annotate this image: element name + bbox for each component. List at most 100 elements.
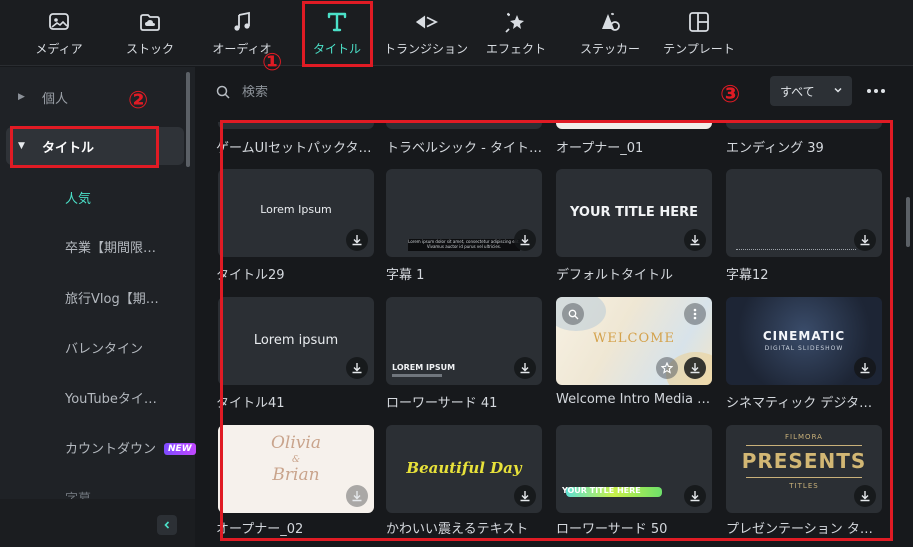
download-button[interactable] <box>514 357 536 379</box>
card-caption: ゲームUIセットパックタイト… <box>216 141 374 156</box>
download-icon <box>352 235 362 246</box>
tab-effect-label: エフェクト <box>485 42 546 56</box>
top-toolbar: メディア ストック オーディオ タイトル トランジション エフェクト ステッカー… <box>0 0 913 66</box>
template-card-lower-third-41[interactable]: LOREM IPSUM <box>386 297 542 385</box>
filter-dropdown[interactable]: すべて <box>770 76 852 106</box>
download-button[interactable] <box>684 357 706 379</box>
sidebar-sub-graduation[interactable]: 卒業【期間限… <box>65 237 156 256</box>
download-button[interactable] <box>684 229 706 251</box>
sidebar-sub-travel-vlog[interactable]: 旅行Vlog【期… <box>65 288 159 307</box>
template-card-opener-02[interactable]: Olivia & Brian <box>218 425 374 513</box>
caret-down-icon: ▼ <box>18 141 25 151</box>
preview-button[interactable] <box>562 303 584 325</box>
template-card-ending-39[interactable] <box>726 122 882 129</box>
download-button[interactable] <box>514 229 536 251</box>
template-card-presentation[interactable]: FILMORA PRESENTS TITLES <box>726 425 882 513</box>
title-t-icon <box>325 10 349 34</box>
title-library-panel: すべて ゲームUIセットパックタイト… トラベルシック - タイトル 2 オープ… <box>196 67 913 547</box>
sidebar-sub-countdown[interactable]: カウントダウン NEW <box>65 438 196 457</box>
thumb-text: WELCOME <box>593 331 675 346</box>
card-caption: Welcome Intro Media … <box>556 392 711 407</box>
download-button[interactable] <box>854 485 876 507</box>
download-icon <box>352 363 362 374</box>
tab-media[interactable]: メディア <box>27 0 91 66</box>
template-card-title-41[interactable]: Lorem ipsum <box>218 297 374 385</box>
sidebar-sub-countdown-label: カウントダウン <box>65 442 157 457</box>
template-card-lower-third-50[interactable]: YOUR TITLE HERE <box>556 425 712 513</box>
tab-sticker[interactable]: ステッカー <box>578 0 642 66</box>
thumb-text: FILMORA <box>785 433 823 441</box>
tab-stock[interactable]: ストック <box>118 0 182 66</box>
tab-effect[interactable]: エフェクト <box>484 0 548 66</box>
download-button[interactable] <box>514 485 536 507</box>
stock-icon <box>138 10 162 34</box>
lower-third-bar <box>392 374 442 377</box>
download-icon <box>690 363 700 374</box>
tab-template-label: テンプレート <box>663 42 735 56</box>
thumb-text: Beautiful Day <box>406 459 522 477</box>
tab-stock-label: ストック <box>125 42 174 56</box>
card-caption: ローワーサード 50 <box>556 522 668 537</box>
category-sidebar: ▶ 個人 ▼ タイトル 人気 卒業【期間限… 旅行Vlog【期… バレンタイン … <box>0 67 196 547</box>
sidebar-scrollbar[interactable] <box>186 72 190 167</box>
tab-sticker-label: ステッカー <box>579 42 640 56</box>
thumb-text: PRESENTS <box>741 449 867 473</box>
sidebar-sub-youtube[interactable]: YouTubeタイ… <box>65 388 157 407</box>
card-menu-button[interactable] <box>684 303 706 325</box>
grid-scrollbar[interactable] <box>906 197 910 247</box>
card-caption: オープナー_02 <box>216 522 304 537</box>
download-icon <box>520 235 530 246</box>
subtitle-strip: Lorem ipsum dolor sit amet, consectetur … <box>408 239 520 251</box>
search-bar[interactable] <box>216 77 546 107</box>
sidebar-item-personal[interactable]: ▶ 個人 <box>6 78 184 116</box>
tab-title[interactable]: タイトル <box>302 0 372 66</box>
template-card-travel-chic[interactable] <box>386 122 542 129</box>
template-card-subtitle-12[interactable] <box>726 169 882 257</box>
template-card-opener-01[interactable] <box>556 122 712 129</box>
download-button[interactable] <box>346 357 368 379</box>
card-caption: かわいい震えるテキスト <box>386 522 529 537</box>
template-icon <box>687 10 711 34</box>
star-icon <box>661 362 673 374</box>
thumb-text: Vivamus auctor id purus vel ultricies. <box>426 244 502 249</box>
thumb-text: CINEMATIC <box>762 329 846 343</box>
chevron-left-icon <box>164 521 170 529</box>
search-input[interactable] <box>242 84 502 100</box>
sidebar-item-title[interactable]: ▼ タイトル <box>6 127 184 165</box>
download-button[interactable] <box>346 229 368 251</box>
transition-icon <box>414 10 438 34</box>
download-button[interactable] <box>346 485 368 507</box>
card-caption: オープナー_01 <box>556 141 644 156</box>
annotation-number-1: ① <box>262 48 283 76</box>
download-button[interactable] <box>854 229 876 251</box>
card-caption: タイトル29 <box>216 268 285 283</box>
download-icon <box>860 491 870 502</box>
thumb-text: DIGITAL SLIDESHOW <box>764 345 844 352</box>
filter-selected-value: すべて <box>780 84 815 99</box>
template-card-subtitle-1[interactable]: Lorem ipsum dolor sit amet, consectetur … <box>386 169 542 257</box>
download-icon <box>860 363 870 374</box>
tab-transition[interactable]: トランジション <box>384 0 468 66</box>
thumb-text: Olivia <box>271 433 321 453</box>
tab-media-label: メディア <box>35 42 83 56</box>
sidebar-sub-popular[interactable]: 人気 <box>65 188 91 207</box>
media-icon <box>47 10 71 34</box>
template-card-default-title[interactable]: YOUR TITLE HERE <box>556 169 712 257</box>
download-icon <box>520 491 530 502</box>
template-card-cute-shake[interactable]: Beautiful Day <box>386 425 542 513</box>
download-button[interactable] <box>854 357 876 379</box>
tab-transition-label: トランジション <box>384 42 469 56</box>
more-options-button[interactable] <box>862 79 890 103</box>
tab-template[interactable]: テンプレート <box>661 0 737 66</box>
favorite-button[interactable] <box>656 357 678 379</box>
sidebar-sub-valentine[interactable]: バレンタイン <box>65 338 143 357</box>
download-icon <box>860 235 870 246</box>
collapse-sidebar-button[interactable] <box>157 515 177 535</box>
download-button[interactable] <box>684 485 706 507</box>
template-card-cinematic-digital[interactable]: CINEMATIC DIGITAL SLIDESHOW <box>726 297 882 385</box>
template-card-title-29[interactable]: Lorem Ipsum <box>218 169 374 257</box>
template-card-welcome-intro[interactable]: WELCOME <box>556 297 712 385</box>
annotation-number-3: ③ <box>720 80 741 108</box>
template-card-game-ui[interactable] <box>218 122 374 129</box>
effect-star-icon <box>504 10 528 34</box>
